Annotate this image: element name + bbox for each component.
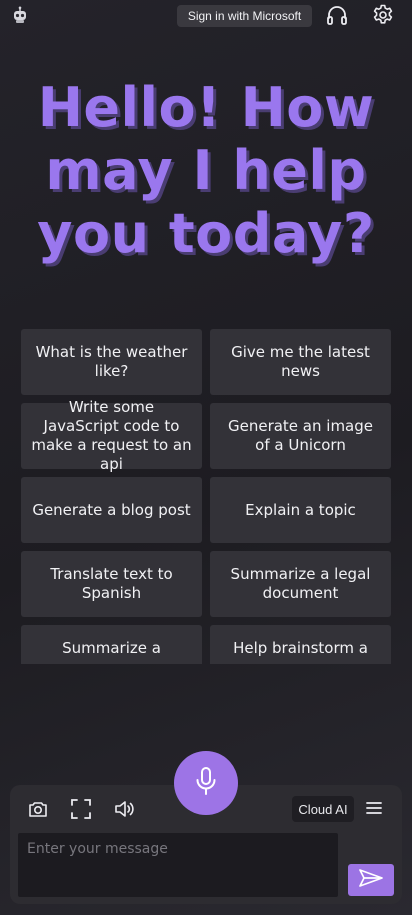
suggestion-card[interactable]: Generate a blog post xyxy=(21,477,202,543)
suggestion-card[interactable]: Summarize a legal document xyxy=(210,551,391,617)
suggestion-grid: What is the weather like? Give me the la… xyxy=(21,329,391,664)
greeting-heading: Hello! How may I help you today? xyxy=(37,76,375,265)
microphone-icon xyxy=(193,766,219,800)
suggestion-card[interactable]: Translate text to Spanish xyxy=(21,551,202,617)
headset-icon[interactable] xyxy=(325,3,349,27)
camera-icon[interactable] xyxy=(26,797,50,821)
suggestion-card[interactable]: Generate an image of a Unicorn xyxy=(210,403,391,469)
send-button[interactable] xyxy=(348,864,394,896)
suggestion-card[interactable]: What is the weather like? xyxy=(21,329,202,395)
robot-avatar-icon xyxy=(11,6,29,24)
speaker-icon[interactable] xyxy=(112,797,136,821)
suggestion-card[interactable]: Write some JavaScript code to make a req… xyxy=(21,398,202,473)
cloud-ai-toggle[interactable]: Cloud AI xyxy=(292,796,354,822)
suggestion-card[interactable]: Give me the latest news xyxy=(210,329,391,395)
suggestion-card[interactable]: Explain a topic xyxy=(210,477,391,543)
fullscreen-icon[interactable] xyxy=(69,797,93,821)
send-icon xyxy=(358,868,384,892)
message-input[interactable] xyxy=(18,833,338,897)
suggestion-card[interactable]: Help brainstorm a xyxy=(210,625,391,664)
sign-in-button[interactable]: Sign in with Microsoft xyxy=(177,5,312,27)
suggestion-card[interactable]: Summarize a xyxy=(21,625,202,664)
menu-icon[interactable] xyxy=(364,798,384,818)
gear-icon[interactable] xyxy=(371,3,395,27)
microphone-button[interactable] xyxy=(174,751,238,815)
top-bar: Sign in with Microsoft xyxy=(0,0,412,32)
